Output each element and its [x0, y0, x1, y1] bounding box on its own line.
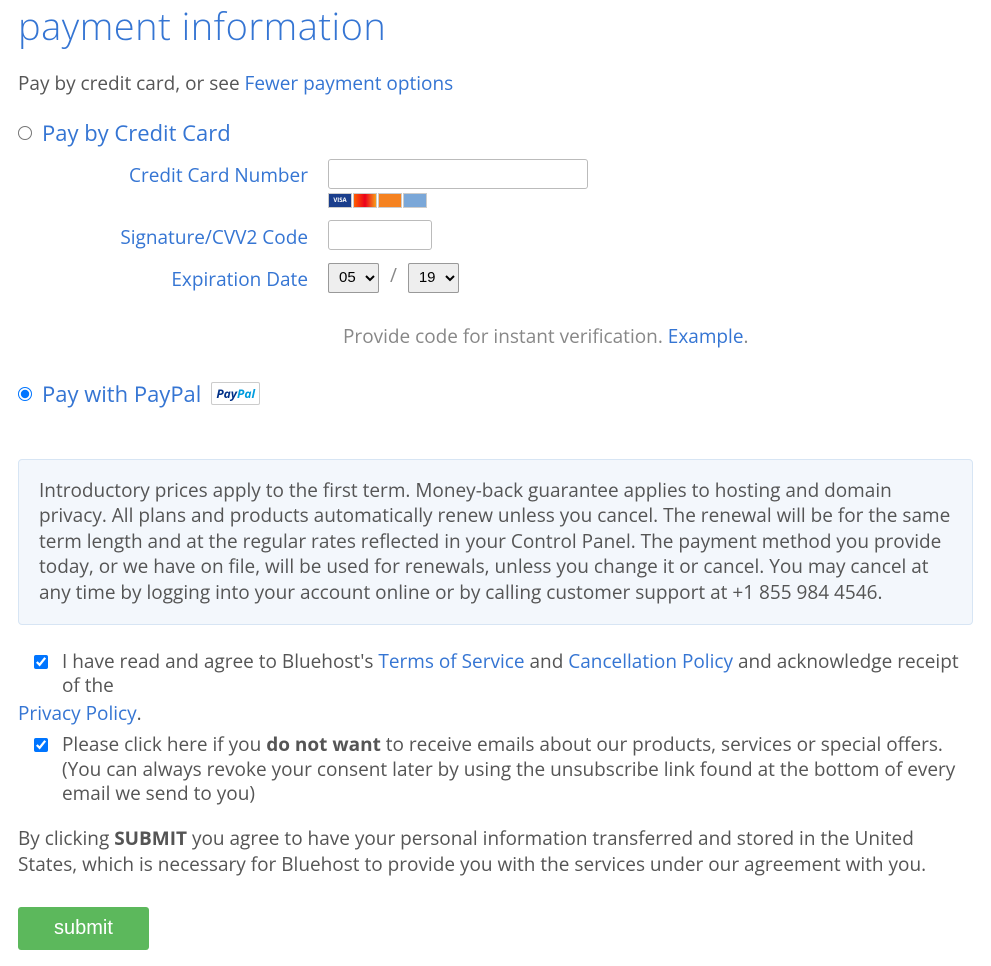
disclosure-box: Introductory prices apply to the first t… [18, 459, 973, 625]
visa-icon: VISA [328, 193, 352, 208]
credit-card-label: Pay by Credit Card [42, 118, 231, 148]
verify-instruction: Provide code for instant verification. E… [343, 323, 973, 349]
optout-prefix: Please click here if you [62, 731, 266, 757]
card-number-input[interactable] [328, 159, 588, 189]
privacy-policy-link[interactable]: Privacy Policy [18, 700, 137, 726]
optout-bold: do not want [266, 731, 381, 757]
cvv-input[interactable] [328, 220, 432, 250]
tos-prefix: I have read and agree to Bluehost's [62, 648, 378, 674]
tos-checkbox-row: I have read and agree to Bluehost's Term… [18, 649, 973, 698]
verify-text-prefix: Provide code for instant verification. [343, 323, 668, 349]
final-bold: SUBMIT [114, 825, 187, 851]
expiration-label: Expiration Date [18, 262, 328, 292]
exp-separator: / [390, 262, 397, 288]
paypal-option-row: Pay with PayPal PayPal [18, 379, 973, 409]
credit-card-radio[interactable] [18, 126, 32, 140]
exp-month-select[interactable]: 05 [328, 263, 379, 293]
credit-card-form: Credit Card Number VISA Signature/CVV2 C… [18, 158, 973, 293]
optout-checkbox[interactable] [34, 738, 48, 752]
optout-checkbox-row: Please click here if you do not want to … [18, 732, 973, 806]
mastercard-icon [353, 193, 377, 208]
intro-line: Pay by credit card, or see Fewer payment… [18, 70, 973, 96]
optout-note: (You can always revoke your consent late… [62, 756, 955, 807]
card-brand-icons: VISA [328, 193, 973, 208]
privacy-policy-line: Privacy Policy. [18, 700, 973, 726]
example-link[interactable]: Example [668, 323, 744, 349]
paypal-badge-pay: Pay [216, 385, 237, 402]
final-agreement-text: By clicking SUBMIT you agree to have you… [18, 826, 973, 877]
tos-link[interactable]: Terms of Service [378, 648, 524, 674]
amex-icon [403, 193, 427, 208]
cancellation-policy-link[interactable]: Cancellation Policy [568, 648, 733, 674]
page-title: payment information [18, 0, 973, 52]
privacy-period: . [137, 700, 142, 726]
paypal-badge-pal: Pal [237, 385, 255, 402]
paypal-icon: PayPal [211, 382, 260, 405]
submit-button[interactable]: submit [18, 907, 149, 950]
optout-suffix: to receive emails about our products, se… [381, 731, 943, 757]
final-prefix: By clicking [18, 825, 114, 851]
credit-card-option-row: Pay by Credit Card [18, 118, 973, 148]
verify-suffix: . [744, 323, 749, 349]
intro-prefix: Pay by credit card, or see [18, 70, 245, 96]
tos-checkbox[interactable] [34, 655, 48, 669]
tos-and: and [525, 648, 569, 674]
paypal-radio[interactable] [18, 387, 32, 401]
fewer-payment-options-link[interactable]: Fewer payment options [245, 70, 454, 96]
exp-year-select[interactable]: 19 [408, 263, 459, 293]
cvv-label: Signature/CVV2 Code [18, 220, 328, 250]
paypal-label: Pay with PayPal [42, 379, 201, 409]
card-number-label: Credit Card Number [18, 158, 328, 188]
discover-icon [378, 193, 402, 208]
